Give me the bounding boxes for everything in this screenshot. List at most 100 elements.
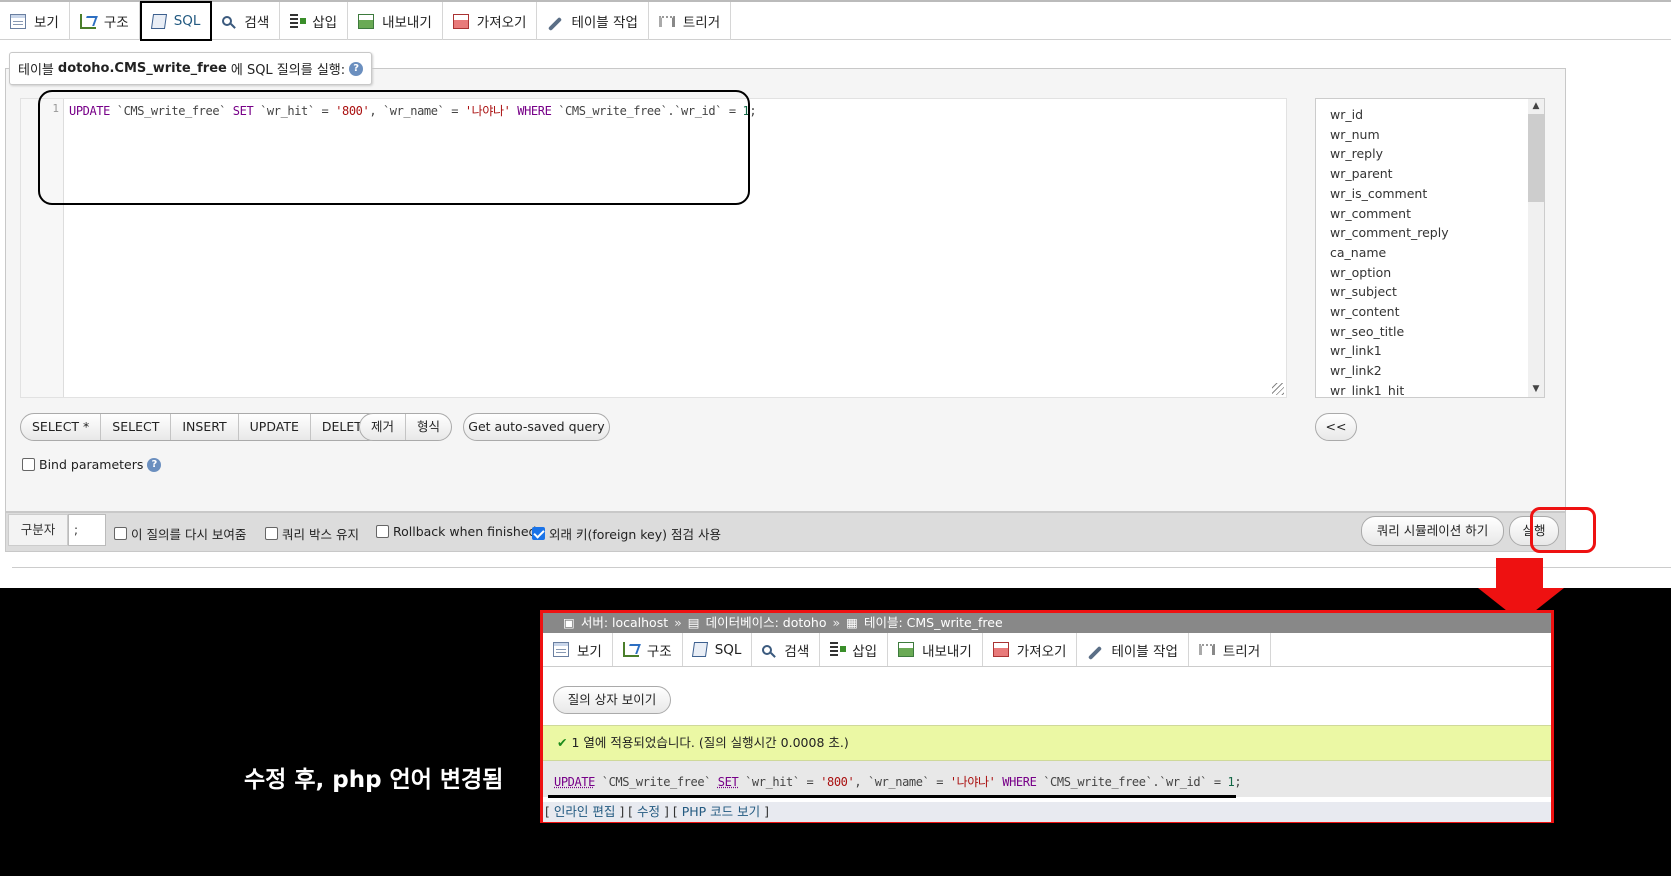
format-buttons: 제거 형식 xyxy=(359,413,453,441)
structure-icon xyxy=(79,13,96,29)
column-option[interactable]: wr_option xyxy=(1330,265,1391,280)
show-query-again-option[interactable]: 이 질의를 다시 보여줌 xyxy=(114,524,246,543)
success-message: ✔ 1 열에 적용되었습니다. (질의 실행시간 0.0008 초.) xyxy=(543,725,1551,761)
bind-parameters-option[interactable]: Bind parameters ? xyxy=(22,457,162,472)
update-button[interactable]: UPDATE xyxy=(239,414,311,440)
help-icon[interactable]: ? xyxy=(147,457,162,472)
column-option[interactable]: wr_link1_hit xyxy=(1330,383,1404,397)
column-option[interactable]: wr_reply xyxy=(1330,146,1383,161)
retain-query-box-option[interactable]: 쿼리 박스 유지 xyxy=(265,524,359,543)
insert-column-button[interactable]: << xyxy=(1315,413,1357,441)
browse-icon xyxy=(10,13,26,29)
query-links: [ 인라인 편집 ] [ 수정 ] [ PHP 코드 보기 ] xyxy=(543,802,1551,822)
php-code-link[interactable]: PHP 코드 보기 xyxy=(682,804,760,819)
resize-handle[interactable] xyxy=(1272,383,1284,395)
clear-button[interactable]: 제거 xyxy=(360,414,407,440)
show-query-again-checkbox[interactable] xyxy=(114,527,127,540)
browse-icon xyxy=(553,642,569,657)
foreign-key-check-option[interactable]: 외래 키(foreign key) 점검 사용 xyxy=(532,524,721,543)
simulate-query-button[interactable]: 쿼리 시뮬레이션 하기 xyxy=(1361,516,1504,546)
breadcrumb-server[interactable]: 서버: localhost xyxy=(581,613,668,633)
tab-import[interactable]: 가져오기 xyxy=(983,633,1078,666)
table-icon: ▦ xyxy=(846,615,858,630)
edit-link[interactable]: 수정 xyxy=(637,804,660,819)
table-tab-bar: 보기 구조 SQL 검색 삽입 내보내기 가져오기 테이블 작업 트리거 xyxy=(0,0,1671,41)
server-icon: ▣ xyxy=(563,615,575,630)
column-option[interactable]: wr_content xyxy=(1330,304,1399,319)
trigger-icon xyxy=(658,15,675,27)
help-icon[interactable]: ? xyxy=(349,61,364,76)
column-option[interactable]: wr_comment xyxy=(1330,206,1411,221)
tab-search[interactable]: 검색 xyxy=(752,633,821,666)
tab-operations[interactable]: 테이블 작업 xyxy=(1077,633,1189,666)
auto-saved-query-button[interactable]: Get auto-saved query xyxy=(463,413,610,441)
tab-sql[interactable]: SQL xyxy=(683,633,753,666)
tab-insert[interactable]: 삽입 xyxy=(280,2,349,40)
check-icon: ✔ xyxy=(557,735,568,750)
scrollbar-thumb[interactable] xyxy=(1528,114,1544,202)
scroll-up-icon[interactable]: ▲ xyxy=(1528,99,1544,114)
tab-export[interactable]: 내보내기 xyxy=(348,2,443,40)
select-star-button[interactable]: SELECT * xyxy=(21,414,102,440)
tab-operations[interactable]: 테이블 작업 xyxy=(537,2,649,40)
column-option[interactable]: wr_comment_reply xyxy=(1330,225,1449,240)
show-query-box-button[interactable]: 질의 상자 보이기 xyxy=(553,686,671,714)
tab-structure[interactable]: 구조 xyxy=(70,2,140,40)
format-button[interactable]: 형식 xyxy=(406,414,451,440)
trigger-icon xyxy=(1198,644,1215,655)
database-icon: ▤ xyxy=(687,615,700,630)
column-option[interactable]: wr_link1 xyxy=(1330,343,1382,358)
go-highlight xyxy=(1530,507,1596,553)
column-option[interactable]: wr_subject xyxy=(1330,284,1397,299)
breadcrumb-database[interactable]: 데이터베이스: dotoho xyxy=(706,613,827,633)
delimiter-label: 구분자 xyxy=(8,514,68,546)
column-option[interactable]: wr_num xyxy=(1330,127,1380,142)
column-option[interactable]: wr_id xyxy=(1330,107,1363,122)
import-icon xyxy=(452,13,469,29)
tab-insert[interactable]: 삽입 xyxy=(820,633,889,666)
tab-structure[interactable]: 구조 xyxy=(613,633,683,666)
export-icon xyxy=(358,13,375,29)
column-option[interactable]: ca_name xyxy=(1330,245,1386,260)
rollback-option[interactable]: Rollback when finished xyxy=(376,524,536,539)
tab-browse[interactable]: 보기 xyxy=(0,2,70,40)
sql-icon xyxy=(691,642,708,657)
highlight-box xyxy=(38,90,750,205)
divider xyxy=(12,567,1671,568)
inline-edit-link[interactable]: 인라인 편집 xyxy=(554,804,615,819)
tab-search[interactable]: 검색 xyxy=(212,2,281,40)
tab-import[interactable]: 가져오기 xyxy=(443,2,538,40)
select-button[interactable]: SELECT xyxy=(101,414,172,440)
column-option[interactable]: wr_link2 xyxy=(1330,363,1382,378)
tab-export[interactable]: 내보내기 xyxy=(888,633,983,666)
column-list[interactable]: wr_id wr_num wr_reply wr_parent wr_is_commen… xyxy=(1315,98,1545,398)
legend-table-name: dotoho.CMS_write_free xyxy=(57,61,227,76)
tab-browse[interactable]: 보기 xyxy=(543,633,613,666)
sql-underline xyxy=(548,795,1236,798)
breadcrumb: ▣ 서버: localhost » ▤ 데이터베이스: dotoho » ▦ 테… xyxy=(543,613,1551,633)
result-tab-bar: 보기 구조 SQL 검색 삽입 내보내기 가져오기 테이블 작업 트리거 xyxy=(543,633,1551,667)
export-icon xyxy=(898,642,915,657)
sql-icon xyxy=(150,13,167,29)
tab-triggers[interactable]: 트리거 xyxy=(649,2,732,40)
tab-triggers[interactable]: 트리거 xyxy=(1189,633,1272,666)
column-option[interactable]: wr_seo_title xyxy=(1330,324,1404,339)
insert-icon xyxy=(830,642,847,657)
tab-sql[interactable]: SQL xyxy=(139,1,213,41)
breadcrumb-table[interactable]: 테이블: CMS_write_free xyxy=(864,613,1003,633)
column-option[interactable]: wr_parent xyxy=(1330,166,1393,181)
query-legend: 테이블 dotoho.CMS_write_free 에 SQL 질의를 실행: ? xyxy=(9,52,373,85)
foreign-key-checkbox[interactable] xyxy=(532,527,545,540)
bind-parameters-checkbox[interactable] xyxy=(22,458,35,471)
structure-icon xyxy=(622,642,639,657)
import-icon xyxy=(992,642,1009,657)
insert-button[interactable]: INSERT xyxy=(171,414,239,440)
search-icon xyxy=(222,16,233,26)
wrench-icon xyxy=(548,16,563,32)
column-option[interactable]: wr_is_comment xyxy=(1330,186,1427,201)
retain-query-box-checkbox[interactable] xyxy=(265,527,278,540)
rollback-checkbox[interactable] xyxy=(376,525,389,538)
delimiter-input[interactable]: ; xyxy=(68,514,106,546)
scroll-down-icon[interactable]: ▼ xyxy=(1528,382,1544,397)
insert-icon xyxy=(290,13,307,29)
